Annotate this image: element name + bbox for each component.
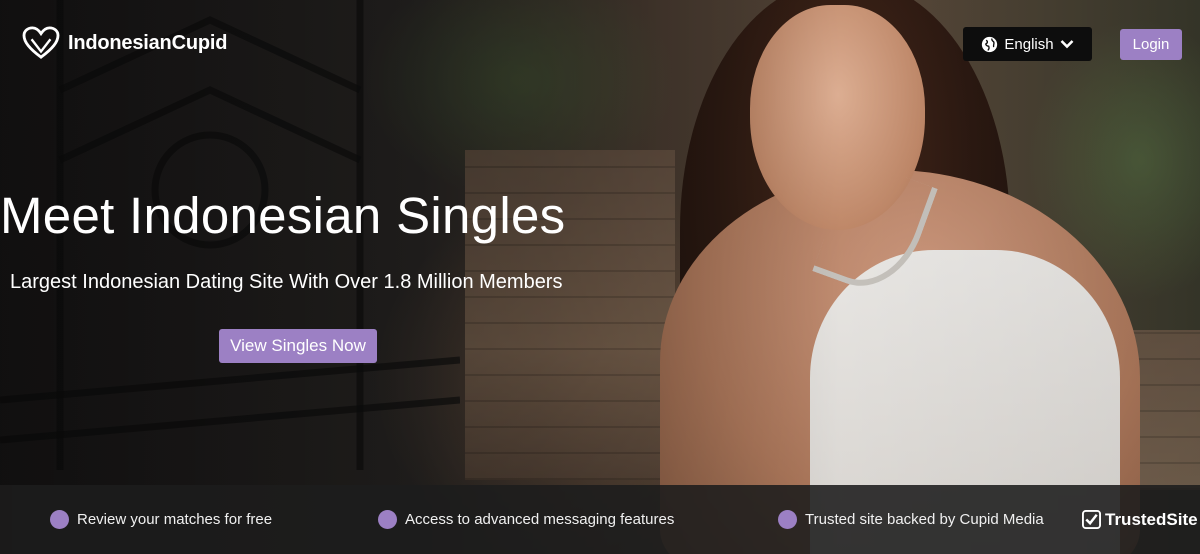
logo-brand-primary: Indonesian bbox=[68, 31, 172, 54]
feature-item: Trusted site backed by Cupid Media bbox=[778, 485, 1044, 554]
logo-brand-accent: Cupid bbox=[171, 31, 228, 54]
language-label: English bbox=[1004, 35, 1054, 53]
hero-title: Meet Indonesian Singles bbox=[0, 187, 566, 244]
language-selector[interactable]: English bbox=[963, 27, 1092, 61]
bullet-dot-icon bbox=[778, 510, 797, 529]
site-logo[interactable]: IndonesianCupid bbox=[22, 25, 227, 61]
chevron-down-icon bbox=[1060, 40, 1074, 49]
logo-text: IndonesianCupid bbox=[68, 32, 227, 55]
view-singles-button[interactable]: View Singles Now bbox=[219, 329, 377, 363]
globe-icon bbox=[982, 36, 998, 52]
site-header: IndonesianCupid English Login bbox=[0, 0, 1200, 90]
feature-item: Review your matches for free bbox=[50, 485, 272, 554]
trustedsite-label: TrustedSite bbox=[1105, 509, 1198, 529]
login-button[interactable]: Login bbox=[1120, 29, 1182, 60]
bullet-dot-icon bbox=[378, 510, 397, 529]
hero-subtitle: Largest Indonesian Dating Site With Over… bbox=[10, 271, 563, 293]
bullet-dot-icon bbox=[50, 510, 69, 529]
feature-item: Access to advanced messaging features bbox=[378, 485, 674, 554]
feature-label: Access to advanced messaging features bbox=[405, 511, 675, 528]
feature-label: Trusted site backed by Cupid Media bbox=[805, 511, 1044, 528]
landing-page: IndonesianCupid English Login Meet Indon… bbox=[0, 0, 1200, 554]
trustedsite-badge[interactable]: TrustedSite® bbox=[1082, 485, 1200, 554]
features-bar: Review your matches for free Access to a… bbox=[0, 485, 1200, 554]
checkmark-shield-icon bbox=[1082, 510, 1101, 529]
feature-label: Review your matches for free bbox=[77, 511, 273, 528]
heart-logo-icon bbox=[22, 26, 60, 59]
